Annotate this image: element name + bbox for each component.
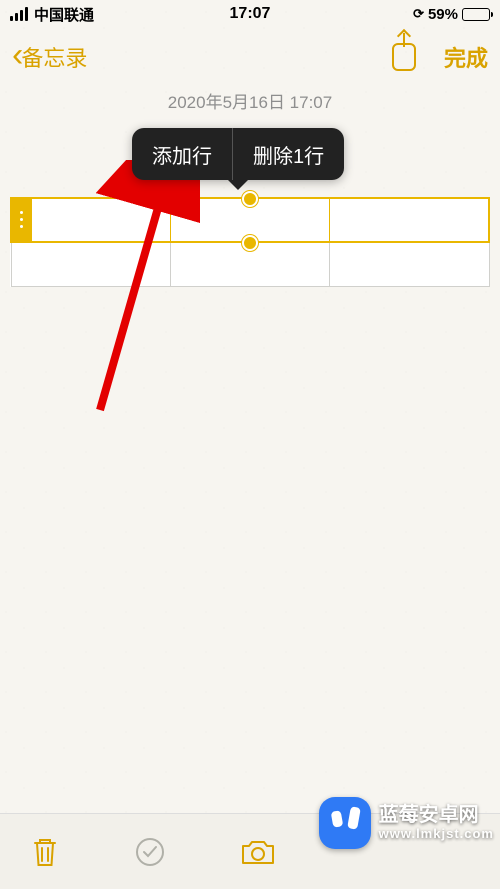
nav-bar: ‹ 备忘录 完成: [0, 28, 500, 86]
row-drag-handle[interactable]: [10, 197, 32, 242]
camera-icon: [240, 837, 276, 867]
watermark-text: 蓝莓安卓网 www.lmkjst.com: [379, 804, 494, 842]
watermark-url: www.lmkjst.com: [379, 827, 494, 842]
camera-button[interactable]: [240, 837, 276, 867]
status-left: 中国联通: [10, 4, 94, 25]
watermark-title: 蓝莓安卓网: [379, 804, 494, 827]
trash-button[interactable]: [30, 835, 60, 869]
checklist-button[interactable]: [134, 836, 166, 868]
signal-icon: [10, 7, 28, 21]
back-button[interactable]: ‹ 备忘录: [12, 41, 87, 73]
check-circle-icon: [134, 836, 166, 868]
done-button[interactable]: 完成: [444, 41, 488, 73]
battery-percent: 59%: [428, 6, 458, 23]
selection-handle-bottom[interactable]: [242, 235, 258, 251]
selection-handle-top[interactable]: [242, 191, 258, 207]
share-icon: [392, 43, 416, 71]
table-cell[interactable]: [11, 242, 170, 286]
table-cell[interactable]: [330, 242, 489, 286]
orientation-lock-icon: ⟳: [413, 6, 424, 22]
trash-icon: [30, 835, 60, 869]
android-mascot-icon: [319, 797, 371, 849]
status-bar: 中国联通 17:07 ⟳ 59%: [0, 0, 500, 28]
back-label: 备忘录: [21, 41, 87, 73]
menu-delete-row[interactable]: 删除1行: [233, 128, 344, 180]
note-timestamp: 2020年5月16日 17:07: [0, 88, 500, 113]
status-right: ⟳ 59%: [413, 6, 490, 23]
battery-icon: [462, 8, 490, 21]
watermark-badge: 蓝莓安卓网 www.lmkjst.com: [319, 797, 494, 849]
note-table-wrap: [10, 197, 490, 287]
menu-add-row[interactable]: 添加行: [132, 128, 232, 180]
table-cell[interactable]: [11, 198, 170, 242]
context-menu: 添加行 删除1行: [132, 128, 344, 180]
carrier-label: 中国联通: [34, 4, 94, 25]
table-cell[interactable]: [330, 198, 489, 242]
share-button[interactable]: [392, 43, 416, 71]
